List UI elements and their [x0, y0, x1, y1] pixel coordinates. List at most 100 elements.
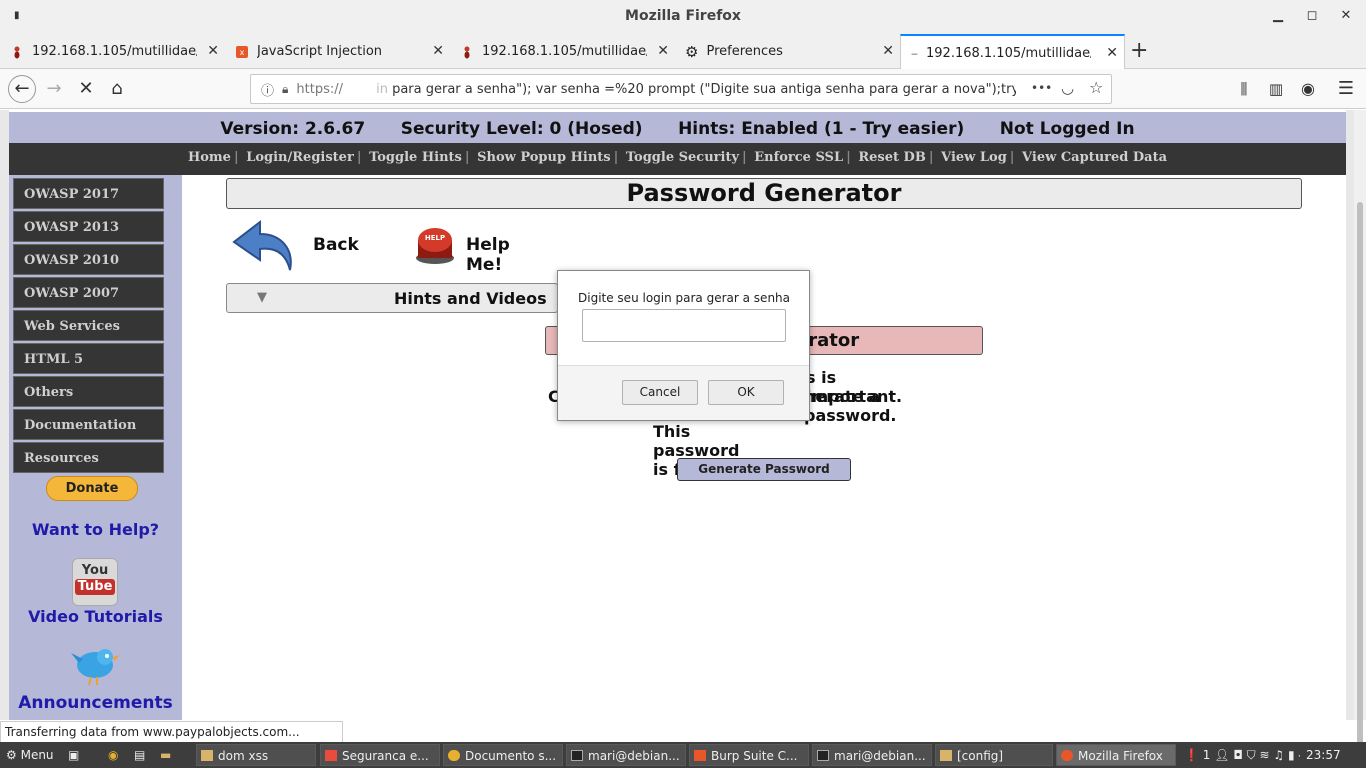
- taskbar-window-seguranca[interactable]: Seguranca e...: [320, 744, 440, 766]
- chrome-launcher-icon[interactable]: ◉: [104, 744, 126, 766]
- close-tab-icon[interactable]: ✕: [432, 43, 444, 59]
- taskbar-window-label: mari@debian...: [834, 749, 926, 763]
- help-button-icon[interactable]: HELP: [413, 222, 457, 266]
- ok-button[interactable]: OK: [708, 380, 784, 405]
- folder-launcher-icon[interactable]: ▬: [156, 744, 178, 766]
- page-scrollbar[interactable]: [1354, 110, 1366, 768]
- close-tab-icon[interactable]: ✕: [657, 43, 669, 59]
- menu-view-log[interactable]: View Log: [941, 150, 1007, 165]
- tab-preferences[interactable]: ⚙ Preferences ✕: [675, 34, 900, 69]
- shield-icon[interactable]: ⛉: [1247, 748, 1256, 762]
- menu-home[interactable]: Home: [188, 150, 231, 165]
- dialog-input[interactable]: [582, 309, 786, 342]
- stop-loading-icon[interactable]: ✕: [74, 77, 98, 101]
- close-window-button[interactable]: ✕: [1336, 8, 1356, 26]
- twitter-bird-icon[interactable]: [69, 643, 121, 687]
- file-manager-launcher-icon[interactable]: ▣: [64, 744, 86, 766]
- sidebar-item-others[interactable]: Others: [13, 376, 164, 407]
- sidebar-item-owasp-2017[interactable]: OWASP 2017: [13, 178, 164, 209]
- taskbar-window-terminal-1[interactable]: mari@debian...: [566, 744, 686, 766]
- sidebar-toggle-icon[interactable]: ▥: [1264, 77, 1288, 101]
- youtube-icon[interactable]: You Tube: [72, 558, 118, 606]
- url-text[interactable]: https:// in para gerar a senha"); var se…: [296, 82, 1016, 97]
- announcements-link[interactable]: Announcements: [9, 693, 182, 713]
- xml-file-icon: x: [236, 45, 248, 58]
- insecure-lock-icon[interactable]: 🔒︎: [282, 82, 288, 97]
- music-icon[interactable]: ♫: [1273, 748, 1284, 762]
- close-tab-icon[interactable]: ✕: [207, 43, 219, 59]
- folder-icon: [940, 750, 952, 761]
- taskbar-window-terminal-2[interactable]: mari@debian...: [812, 744, 932, 766]
- want-to-help-link[interactable]: Want to Help?: [9, 520, 182, 539]
- address-bar[interactable]: ⓘ 🔒︎ https:// in para gerar a senha"); v…: [250, 74, 1112, 104]
- home-icon[interactable]: ⌂: [105, 77, 129, 101]
- sidebar-item-owasp-2007[interactable]: OWASP 2007: [13, 277, 164, 308]
- close-tab-icon[interactable]: ✕: [882, 43, 894, 59]
- menu-toggle-hints[interactable]: Toggle Hints: [369, 150, 462, 165]
- generate-password-button[interactable]: Generate Password: [677, 458, 851, 481]
- help-me-link[interactable]: Help Me!: [466, 235, 510, 275]
- taskbar-window-firefox[interactable]: Mozilla Firefox: [1056, 744, 1176, 766]
- minimize-button[interactable]: ▁: [1268, 8, 1288, 26]
- taskbar-window-config[interactable]: [config]: [935, 744, 1053, 766]
- taskbar-window-label: Documento s...: [465, 749, 557, 763]
- bookmark-star-icon[interactable]: ☆: [1089, 78, 1103, 97]
- menu-show-popup-hints[interactable]: Show Popup Hints: [477, 150, 610, 165]
- menu-reset-db[interactable]: Reset DB: [858, 150, 925, 165]
- tab-mutillidae-2[interactable]: 192.168.1.105/mutillidae/i ✕: [450, 34, 675, 69]
- sidebar-item-html5[interactable]: HTML 5: [13, 343, 164, 374]
- cancel-button[interactable]: Cancel: [622, 380, 698, 405]
- network-icon[interactable]: ◘: [1233, 748, 1243, 762]
- tab-label: 192.168.1.105/mutillidae/i: [32, 44, 197, 59]
- info-icon[interactable]: ⓘ: [261, 80, 274, 99]
- folder-icon: [201, 750, 213, 761]
- wifi-icon[interactable]: ≋: [1259, 748, 1269, 762]
- taskbar-window-documento[interactable]: Documento s...: [443, 744, 563, 766]
- status-header: Version: 2.6.67 Security Level: 0 (Hosed…: [9, 112, 1346, 143]
- taskbar-window-label: mari@debian...: [588, 749, 680, 763]
- new-tab-button[interactable]: +: [1130, 38, 1148, 63]
- taskbar-window-burp[interactable]: Burp Suite C...: [689, 744, 809, 766]
- terminal-launcher-icon[interactable]: ▤: [130, 744, 152, 766]
- sidebar-item-owasp-2013[interactable]: OWASP 2013: [13, 211, 164, 242]
- pocket-icon[interactable]: ◡: [1061, 79, 1074, 97]
- navigation-bar: ← → ✕ ⌂ ⓘ 🔒︎ https:// in para gerar a se…: [0, 69, 1366, 109]
- user-icon[interactable]: 👤︎: [1214, 748, 1229, 762]
- back-arrow-icon[interactable]: [230, 216, 296, 274]
- account-icon[interactable]: ◉: [1296, 77, 1320, 101]
- back-link[interactable]: Back: [313, 235, 359, 255]
- scrollbar-thumb[interactable]: [1357, 202, 1363, 768]
- tab-javascript-injection[interactable]: x JavaScript Injection ✕: [225, 34, 450, 69]
- youtube-tube-text: Tube: [74, 579, 116, 595]
- hints-and-videos-panel[interactable]: ▼ Hints and Videos: [226, 283, 558, 313]
- tab-mutillidae-active[interactable]: ‒ 192.168.1.105/mutillidae/i ✕: [900, 34, 1125, 70]
- hamburger-menu-icon[interactable]: ☰: [1334, 77, 1358, 101]
- page-actions-icon[interactable]: •••: [1031, 81, 1052, 95]
- tab-strip: 192.168.1.105/mutillidae/i ✕ x JavaScrip…: [0, 34, 1366, 70]
- sidebar-item-documentation[interactable]: Documentation: [13, 409, 164, 440]
- clock[interactable]: 23:57: [1306, 744, 1366, 766]
- firefox-icon: [1061, 750, 1073, 761]
- library-icon[interactable]: ⫼: [1232, 77, 1256, 101]
- maximize-button[interactable]: ◻: [1302, 8, 1322, 26]
- menu-toggle-security[interactable]: Toggle Security: [626, 150, 739, 165]
- donate-button[interactable]: Donate: [46, 476, 138, 501]
- forward-arrow-icon[interactable]: →: [42, 77, 66, 101]
- sidebar-item-resources[interactable]: Resources: [13, 442, 164, 473]
- notification-icon[interactable]: ❗: [1184, 748, 1199, 762]
- video-tutorials-link[interactable]: Video Tutorials: [9, 607, 182, 626]
- menu-view-captured-data[interactable]: View Captured Data: [1022, 150, 1167, 165]
- back-arrow-icon[interactable]: ←: [8, 75, 36, 103]
- tab-mutillidae-1[interactable]: 192.168.1.105/mutillidae/i ✕: [0, 34, 225, 69]
- expand-down-icon[interactable]: ▼: [257, 290, 267, 305]
- battery-icon[interactable]: ▮: [1288, 748, 1295, 762]
- sidebar-item-web-services[interactable]: Web Services: [13, 310, 164, 341]
- menu-login-register[interactable]: Login/Register: [246, 150, 354, 165]
- sidebar-item-owasp-2010[interactable]: OWASP 2010: [13, 244, 164, 275]
- taskbar-window-dom-xss[interactable]: dom xss: [196, 744, 316, 766]
- start-menu-button[interactable]: ⚙ Menu: [2, 744, 60, 766]
- menu-enforce-ssl[interactable]: Enforce SSL: [754, 150, 843, 165]
- close-tab-icon[interactable]: ✕: [1106, 45, 1118, 61]
- info-line-2-right: nerate a password.: [804, 387, 897, 425]
- volume-icon[interactable]: ◀: [1298, 748, 1300, 762]
